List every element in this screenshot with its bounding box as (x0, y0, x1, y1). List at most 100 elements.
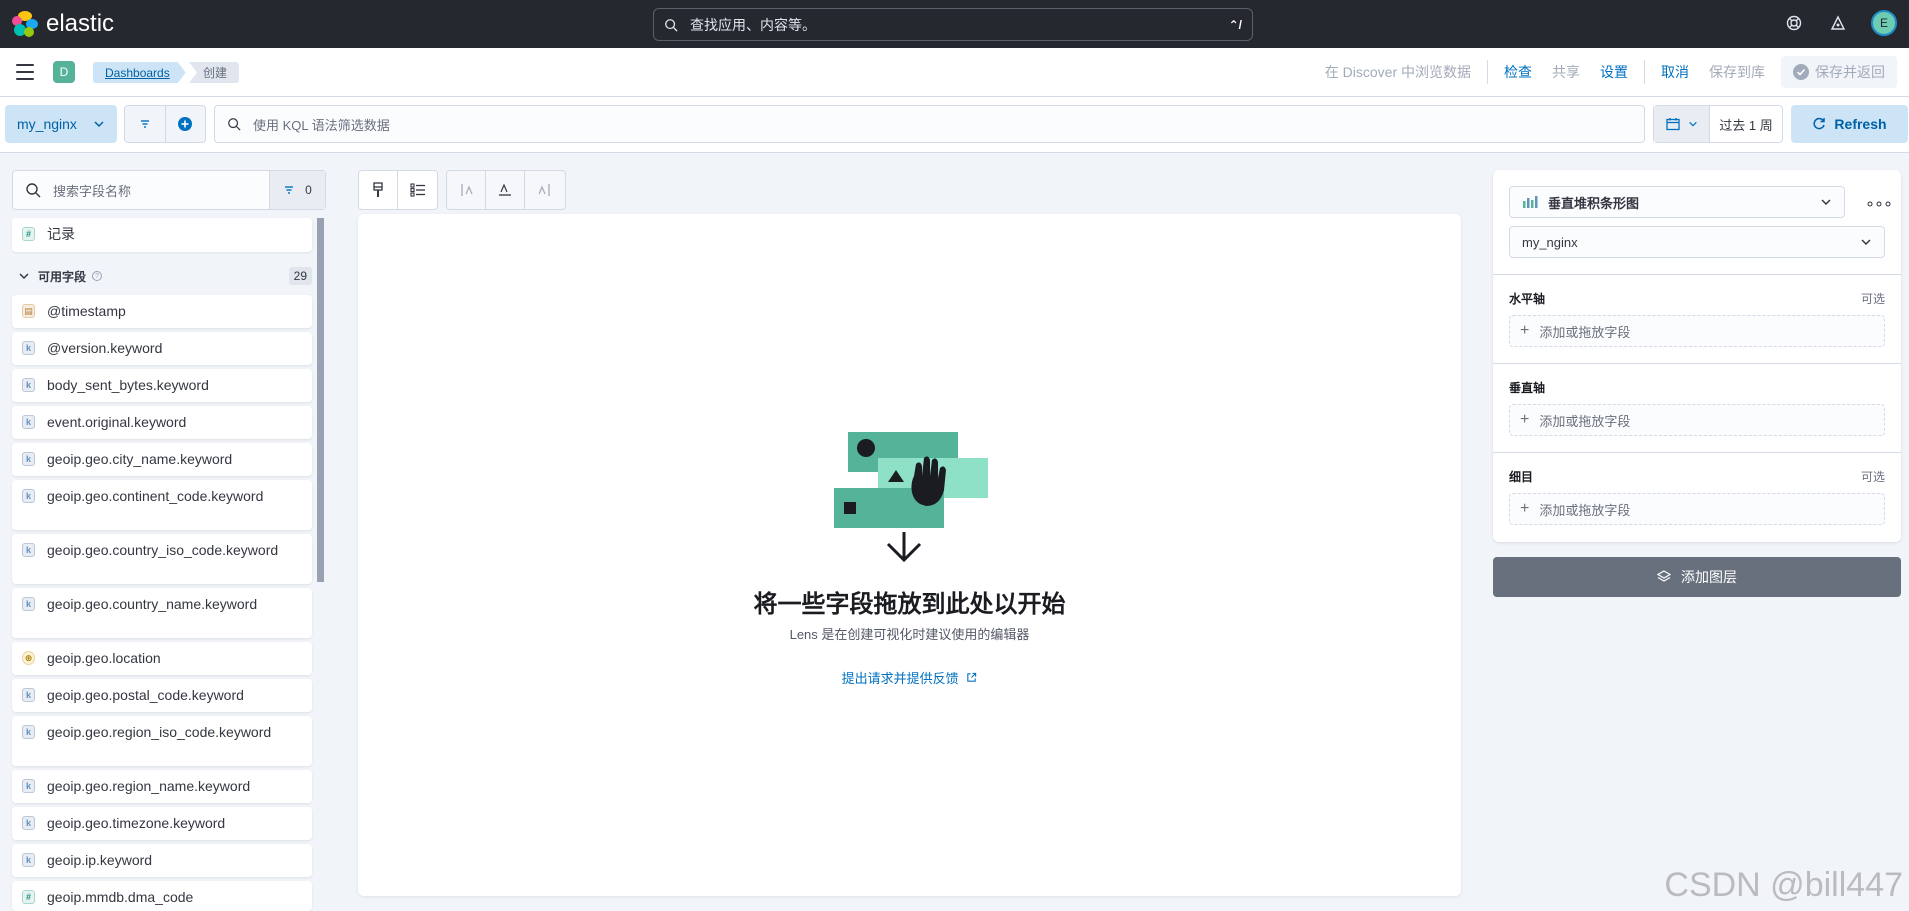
top-nav-menu: 在 Discover 中浏览数据 检查 共享 设置 取消 保存到库 保存并返回 (1315, 48, 1897, 96)
refresh-button[interactable]: Refresh (1791, 105, 1908, 143)
records-field[interactable]: # 记录 (12, 218, 312, 252)
time-range-label[interactable]: 过去 1 周 (1710, 106, 1782, 142)
chevron-down-icon (1861, 239, 1871, 246)
available-fields-header[interactable]: 可用字段 ? 29 (12, 266, 312, 286)
layer-data-view-select[interactable]: my_nginx (1509, 226, 1885, 258)
filter-button-group (124, 105, 206, 143)
check-icon (1793, 64, 1809, 80)
feedback-link[interactable]: 提出请求并提供反馈 (358, 668, 1461, 687)
add-filter-button[interactable] (166, 106, 206, 142)
field-type-filter-button[interactable]: 0 (269, 171, 325, 209)
field-search-input[interactable]: 搜索字段名称 0 (12, 170, 326, 210)
field-list-item[interactable]: k body_sent_bytes.keyword (12, 369, 312, 402)
watermark: CSDN @bill447 (1664, 866, 1903, 904)
dropzone-label: 添加或拖放字段 (1539, 502, 1631, 518)
breakdown-dimension: 细目 可选 + 添加或拖放字段 (1509, 468, 1885, 525)
plus-icon: + (1520, 500, 1530, 517)
field-list-item[interactable]: k @version.keyword (12, 332, 312, 365)
field-list-item[interactable]: k geoip.geo.country_name.keyword (12, 588, 312, 638)
x-axis-label: 水平轴 (1509, 292, 1546, 306)
discover-link[interactable]: 在 Discover 中浏览数据 (1315, 62, 1481, 82)
news-feed-icon[interactable] (1827, 12, 1849, 34)
date-token-icon: ▤ (22, 304, 35, 318)
keyword-token-icon: k (22, 853, 35, 867)
field-list-item[interactable]: k geoip.geo.postal_code.keyword (12, 679, 312, 712)
help-icon[interactable] (1783, 12, 1805, 34)
layer-config-panel: 垂直堆积条形图 ∘∘∘ my_nginx 水平轴 可选 + 添加或拖放字段 垂直轴 … (1493, 170, 1901, 542)
geo-token-icon: ⊕ (22, 651, 35, 665)
field-list-item[interactable]: # geoip.mmdb.dma_code (12, 881, 312, 911)
field-list-item[interactable]: ▤ @timestamp (12, 295, 312, 328)
plus-icon: + (1520, 322, 1530, 339)
global-search-placeholder: 查找应用、内容等。 (690, 16, 816, 33)
chevron-down-icon (19, 273, 29, 280)
field-list-item[interactable]: k geoip.geo.region_iso_code.keyword (12, 716, 312, 766)
legend-settings-button[interactable] (398, 171, 437, 209)
date-picker[interactable]: 过去 1 周 (1653, 105, 1783, 143)
optional-label: 可选 (1860, 292, 1885, 306)
number-token-icon: # (22, 890, 35, 904)
inspect-button[interactable]: 检查 (1494, 62, 1542, 82)
optional-label: 可选 (1860, 470, 1885, 484)
x-axis-dropzone[interactable]: + 添加或拖放字段 (1509, 315, 1885, 347)
field-name: geoip.geo.city_name.keyword (47, 451, 233, 467)
field-name: geoip.geo.region_name.keyword (47, 778, 251, 794)
chevron-down-icon (1821, 199, 1831, 206)
filter-icon (140, 120, 149, 128)
menu-toggle-icon[interactable] (16, 64, 34, 80)
number-token-icon: # (22, 227, 35, 241)
more-actions-icon[interactable]: ∘∘∘ (1865, 194, 1893, 214)
global-search-input[interactable]: 查找应用、内容等。 ⌃/ (653, 8, 1253, 41)
field-list-item[interactable]: k geoip.geo.region_name.keyword (12, 770, 312, 803)
breadcrumb-dashboards[interactable]: Dashboards (93, 62, 186, 83)
query-bar: my_nginx 使用 KQL 语法筛选数据 过去 1 周 Refresh (0, 97, 1909, 153)
data-view-picker[interactable]: my_nginx (5, 105, 117, 143)
keyword-token-icon: k (22, 816, 35, 830)
bar-chart-stacked-icon (1523, 196, 1538, 208)
kql-query-input[interactable]: 使用 KQL 语法筛选数据 (214, 105, 1645, 143)
cancel-button[interactable]: 取消 (1651, 62, 1699, 82)
divider (1493, 274, 1901, 275)
left-axis-button[interactable] (447, 171, 486, 209)
palette-button[interactable] (359, 171, 398, 209)
right-axis-icon (537, 184, 550, 196)
filter-menu-button[interactable] (125, 106, 166, 142)
question-icon[interactable]: ? (92, 271, 103, 281)
save-and-return-button[interactable]: 保存并返回 (1781, 56, 1897, 88)
field-list-item[interactable]: k geoip.geo.country_iso_code.keyword (12, 534, 312, 584)
scrollbar-thumb[interactable] (317, 218, 324, 582)
filter-count: 0 (305, 183, 312, 197)
plus-circle-icon (178, 117, 193, 131)
brand-name: elastic (46, 10, 115, 37)
user-avatar[interactable]: E (1871, 10, 1897, 36)
elastic-logo[interactable]: elastic (12, 10, 114, 38)
field-list-item[interactable]: k geoip.geo.city_name.keyword (12, 443, 312, 476)
right-axis-button[interactable] (525, 171, 564, 209)
field-list-item[interactable]: k geoip.geo.continent_code.keyword (12, 480, 312, 530)
breakdown-dropzone[interactable]: + 添加或拖放字段 (1509, 493, 1885, 525)
lens-workspace[interactable]: 将一些字段拖放到此处以开始 Lens 是在创建可视化时建议使用的编辑器 提出请求… (358, 214, 1461, 896)
keyword-token-icon: k (22, 779, 35, 793)
y-axis-dropzone[interactable]: + 添加或拖放字段 (1509, 404, 1885, 436)
settings-button[interactable]: 设置 (1590, 62, 1638, 82)
divider (1487, 60, 1488, 84)
quick-select-button[interactable] (1654, 106, 1710, 142)
space-avatar[interactable]: D (53, 61, 75, 83)
x-axis-dimension: 水平轴 可选 + 添加或拖放字段 (1509, 290, 1885, 347)
field-name: @timestamp (47, 303, 126, 319)
visualization-type-select[interactable]: 垂直堆积条形图 (1509, 186, 1845, 218)
save-and-return-label: 保存并返回 (1815, 64, 1885, 80)
breakdown-label: 细目 (1509, 470, 1534, 484)
breadcrumb-current: 创建 (189, 62, 240, 83)
share-button[interactable]: 共享 (1542, 62, 1590, 82)
field-list-item[interactable]: k geoip.ip.keyword (12, 844, 312, 877)
add-layer-button[interactable]: 添加图层 (1493, 557, 1901, 597)
field-name: geoip.mmdb.dma_code (47, 889, 194, 905)
bottom-axis-button[interactable] (486, 171, 525, 209)
save-to-library-button[interactable]: 保存到库 (1699, 62, 1775, 82)
field-list-item[interactable]: ⊕ geoip.geo.location (12, 642, 312, 675)
keyword-token-icon: k (22, 688, 35, 702)
field-list-item[interactable]: k event.original.keyword (12, 406, 312, 439)
fields-scrollbar[interactable] (317, 218, 324, 908)
field-list-item[interactable]: k geoip.geo.timezone.keyword (12, 807, 312, 840)
